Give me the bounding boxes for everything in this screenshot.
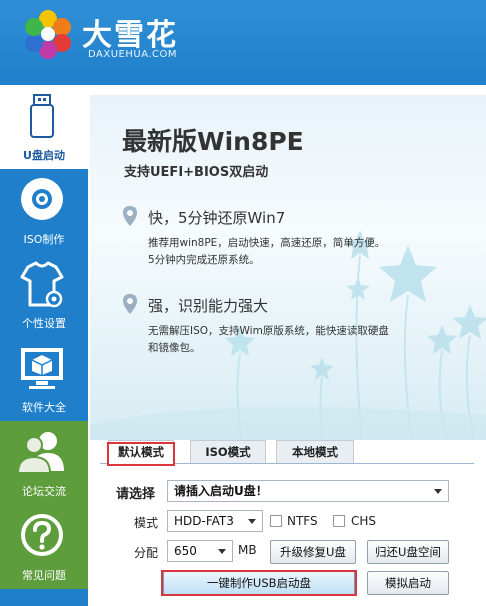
restore-usb-space-button[interactable]: 归还U盘空间 (367, 540, 449, 564)
sidebar-item-usb-boot[interactable]: U盘启动 (0, 85, 88, 169)
sidebar-item-iso[interactable]: ISO制作 (0, 169, 88, 253)
feature-desc: 推荐用win8PE，启动快速，高速还原，简单方便。 5分钟内完成还原系统。 (148, 235, 438, 269)
sidebar: U盘启动 ISO制作 个性设置 软件大全 论坛交流 常见问题 (0, 85, 88, 606)
mode-select-value: HDD-FAT3 (174, 514, 234, 528)
feature-desc-line: 和镜像包。 (148, 342, 201, 354)
location-pin-icon (123, 294, 137, 314)
sidebar-item-label: 软件大全 (22, 401, 66, 414)
ntfs-checkbox[interactable] (270, 515, 282, 527)
feature-desc-line: 5分钟内完成还原系统。 (148, 254, 260, 266)
allocation-unit: MB (238, 543, 257, 557)
brand-domain: DAXUEHUA.COM (88, 49, 178, 60)
feature-desc-line: 推荐用win8PE，启动快速，高速还原，简单方便。 (148, 237, 386, 249)
sidebar-item-label: 个性设置 (22, 317, 66, 330)
banner-title: 最新版Win8PE (122, 127, 304, 156)
allocation-select-value: 650 (174, 544, 197, 558)
feature-desc: 无需解压ISO，支持Wim原版系统，能快速读取硬盘 和镜像包。 (148, 323, 438, 357)
chevron-down-icon (218, 549, 226, 554)
simulate-boot-button[interactable]: 模拟启动 (367, 571, 449, 595)
tshirt-gear-icon (20, 261, 64, 308)
sidebar-item-label: U盘启动 (23, 149, 65, 162)
disk-select-value: 请插入启动U盘！ (174, 484, 268, 498)
allocation-label: 分配 (134, 546, 159, 560)
sidebar-item-personalize[interactable]: 个性设置 (0, 253, 88, 337)
sidebar-item-faq[interactable]: 常见问题 (0, 505, 88, 589)
box-monitor-icon (21, 348, 63, 389)
select-disk-label: 请选择 (116, 487, 156, 502)
ntfs-label: NTFS (287, 514, 318, 528)
mode-label: 模式 (134, 516, 159, 530)
location-pin-icon (123, 206, 137, 226)
disc-icon (21, 178, 63, 220)
chs-label: CHS (351, 514, 377, 528)
chs-checkbox[interactable] (333, 515, 345, 527)
question-icon (21, 514, 63, 556)
usb-drive-icon (30, 94, 54, 138)
app-header: 大雪花 DAXUEHUA.COM (0, 0, 486, 85)
tab-default-mode[interactable]: 默认模式 (108, 440, 174, 464)
brand-name: 大雪花 (82, 18, 178, 53)
feature-desc-line: 无需解压ISO，支持Wim原版系统，能快速读取硬盘 (148, 325, 389, 337)
users-icon (16, 432, 64, 474)
snowflake-logo-icon (25, 10, 71, 59)
upgrade-repair-usb-button[interactable]: 升级修复U盘 (270, 540, 356, 564)
allocation-select[interactable]: 650 (167, 540, 233, 562)
sidebar-item-label: ISO制作 (23, 233, 65, 246)
feature-title: 快，5分钟还原Win7 (148, 209, 286, 227)
chevron-down-icon (248, 519, 256, 524)
sidebar-item-label: 论坛交流 (22, 485, 66, 498)
make-usb-boot-button[interactable]: 一键制作USB启动盘 (163, 571, 355, 595)
tab-iso-mode[interactable]: ISO模式 (190, 440, 266, 463)
sidebar-item-label: 常见问题 (22, 569, 66, 582)
feature-title: 强，识别能力强大 (148, 297, 269, 315)
sidebar-item-software[interactable]: 软件大全 (0, 337, 88, 421)
sidebar-item-forum[interactable]: 论坛交流 (0, 421, 88, 505)
tab-local-mode[interactable]: 本地模式 (276, 440, 354, 463)
mode-select[interactable]: HDD-FAT3 (167, 510, 263, 532)
banner-subtitle: 支持UEFI+BIOS双启动 (124, 165, 269, 180)
chevron-down-icon (434, 489, 442, 494)
promo-banner: 最新版Win8PE 支持UEFI+BIOS双启动 快，5分钟还原Win7 推荐用… (90, 95, 486, 440)
disk-select[interactable]: 请插入启动U盘！ (167, 480, 449, 502)
